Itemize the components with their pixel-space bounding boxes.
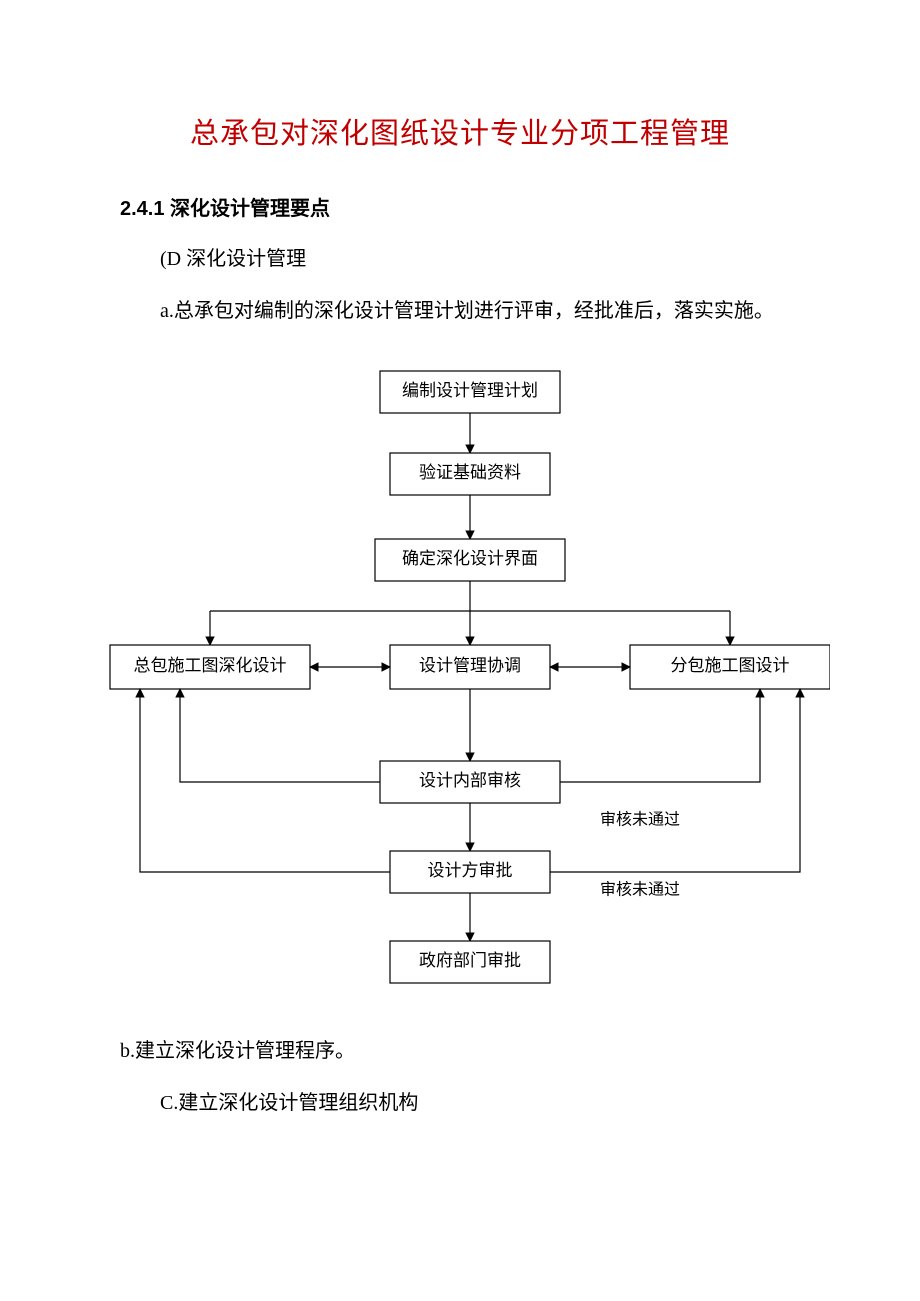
svg-text:设计管理协调: 设计管理协调 xyxy=(419,656,521,675)
paragraph-d: (D 深化设计管理 xyxy=(120,239,800,279)
node-internal-review: 设计内部审核 xyxy=(380,761,560,803)
node-interface: 确定深化设计界面 xyxy=(375,539,565,581)
node-gov-approval: 政府部门审批 xyxy=(390,941,550,983)
node-design-approval: 设计方审批 xyxy=(390,851,550,893)
svg-text:设计内部审核: 设计内部审核 xyxy=(419,771,521,790)
node-plan: 编制设计管理计划 xyxy=(380,371,560,413)
document-page: 总承包对深化图纸设计专业分项工程管理 2.4.1 深化设计管理要点 (D 深化设… xyxy=(0,0,920,1195)
svg-text:总包施工图深化设计: 总包施工图深化设计 xyxy=(134,656,287,675)
node-sub-design: 分包施工图设计 xyxy=(630,645,830,689)
edge-n7-n6-fail xyxy=(560,689,760,782)
page-title: 总承包对深化图纸设计专业分项工程管理 xyxy=(120,110,800,152)
edge-n7-n4-fail xyxy=(180,689,380,782)
section-heading: 2.4.1 深化设计管理要点 xyxy=(120,192,800,221)
svg-text:政府部门审批: 政府部门审批 xyxy=(419,951,521,970)
svg-text:验证基础资料: 验证基础资料 xyxy=(419,463,521,482)
paragraph-c: C.建立深化设计管理组织机构 xyxy=(120,1083,800,1123)
label-fail-1: 审核未通过 xyxy=(600,811,680,829)
svg-text:确定深化设计界面: 确定深化设计界面 xyxy=(402,549,538,568)
paragraph-a: a.总承包对编制的深化设计管理计划进行评审，经批准后，落实实施。 xyxy=(120,291,800,331)
node-coordination: 设计管理协调 xyxy=(390,645,550,689)
flowchart: 编制设计管理计划 验证基础资料 确定深化设计界面 总 xyxy=(90,361,830,1021)
svg-text:设计方审批: 设计方审批 xyxy=(428,861,513,880)
paragraph-b: b.建立深化设计管理程序。 xyxy=(120,1031,800,1071)
svg-text:分包施工图设计: 分包施工图设计 xyxy=(671,656,790,675)
edge-n8-n6-fail xyxy=(550,689,800,872)
node-general-design: 总包施工图深化设计 xyxy=(110,645,310,689)
svg-text:编制设计管理计划: 编制设计管理计划 xyxy=(402,381,538,400)
flowchart-svg: 编制设计管理计划 验证基础资料 确定深化设计界面 总 xyxy=(90,361,830,1021)
edge-n8-n4-fail xyxy=(140,689,390,872)
label-fail-2: 审核未通过 xyxy=(600,881,680,899)
node-verify: 验证基础资料 xyxy=(390,453,550,495)
